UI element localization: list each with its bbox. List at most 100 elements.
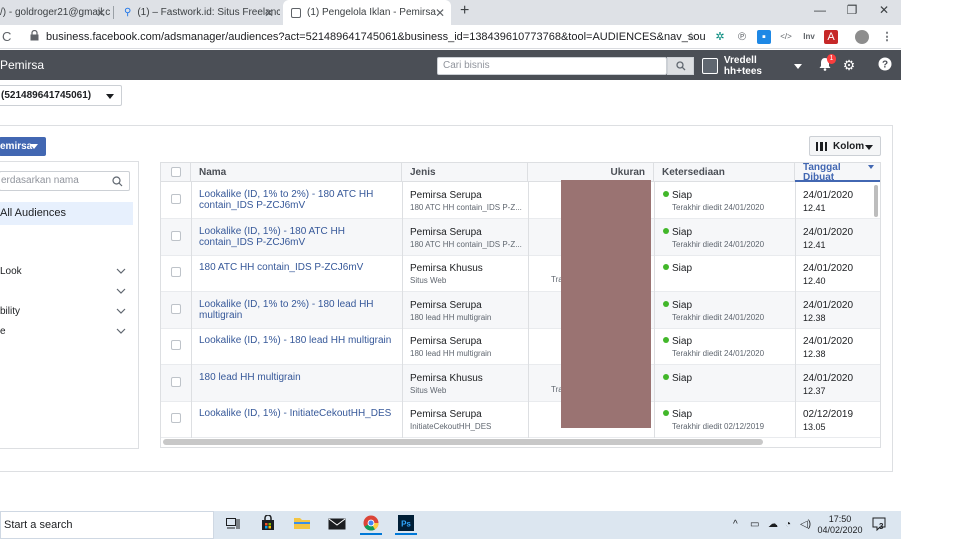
- column-header-date-created[interactable]: Tanggal Dibuat: [795, 163, 880, 183]
- help-icon[interactable]: ?: [877, 57, 893, 73]
- minimize-button[interactable]: —: [810, 3, 830, 17]
- row-checkbox[interactable]: [171, 340, 181, 350]
- row-checkbox[interactable]: [171, 303, 181, 314]
- action-center-icon[interactable]: 3: [872, 517, 886, 532]
- page-favicon-icon: [291, 7, 301, 18]
- maximize-button[interactable]: ❐: [842, 3, 862, 17]
- row-checkbox[interactable]: [171, 230, 181, 241]
- column-divider: [795, 182, 796, 438]
- account-switcher[interactable]: Vredell hh+tees: [702, 55, 802, 77]
- horizontal-scrollbar[interactable]: [163, 439, 763, 445]
- audience-name-link[interactable]: Lookalike (ID, 1% to 2%) - 180 ATC HH co…: [199, 189, 394, 211]
- close-tab-icon[interactable]: ✕: [96, 6, 106, 20]
- column-divider: [402, 182, 403, 438]
- availability-status: Siap Terakhir diedit 24/01/2020: [663, 300, 798, 322]
- audience-name-link[interactable]: Lookalike (ID, 1%) - 180 ATC HH contain_…: [199, 226, 394, 248]
- photoshop-icon[interactable]: Ps: [395, 515, 417, 535]
- taskbar-clock[interactable]: 17:50 04/02/2020: [816, 514, 864, 536]
- create-audience-button[interactable]: emirsa: [0, 137, 46, 156]
- select-all-checkbox[interactable]: [171, 167, 181, 177]
- tray-expand-icon[interactable]: ^: [733, 519, 738, 530]
- browser-tab-ads-manager[interactable]: (1) Pengelola Iklan - Pemirsa ✕: [283, 0, 451, 25]
- chevron-down-icon: [794, 63, 802, 69]
- bookmark-star-icon[interactable]: ☆: [684, 30, 698, 44]
- code-extension-icon[interactable]: </>: [779, 30, 793, 44]
- date-created: 24/01/2020 12.41: [803, 227, 873, 251]
- browser-tab-gmail[interactable]: /) - goldroger21@gmail.c ✕: [0, 0, 112, 25]
- columns-button[interactable]: Kolom: [809, 136, 881, 156]
- sidebar-filter-source[interactable]: e: [0, 326, 130, 337]
- ad-account-selector[interactable]: (521489641745061): [0, 85, 122, 106]
- chrome-icon[interactable]: [360, 515, 382, 535]
- windows-taskbar: Start a search Ps ^ ▭ ☁ ◔ ◁) 17:50 04/02…: [0, 511, 901, 539]
- row-checkbox[interactable]: [171, 194, 181, 204]
- row-checkbox[interactable]: [171, 267, 181, 277]
- sidebar-filter-lookalike[interactable]: Look: [0, 266, 130, 277]
- table-row[interactable]: Lookalike (ID, 1%) - 180 ATC HH contain_…: [161, 218, 880, 256]
- status-label: Siap: [672, 336, 693, 347]
- filter-label: bility: [0, 306, 21, 317]
- audience-name-link[interactable]: Lookalike (ID, 1% to 2%) - 180 lead HH m…: [199, 299, 394, 321]
- pinterest-icon[interactable]: ℗: [735, 30, 749, 44]
- table-row[interactable]: 180 ATC HH contain_IDS P-ZCJ6mV Pemirsa K…: [161, 255, 880, 292]
- date-created-date: 24/01/2020: [803, 372, 854, 384]
- date-created: 24/01/2020 12.40: [803, 263, 873, 287]
- status-ready-icon: [663, 337, 669, 343]
- row-checkbox[interactable]: [171, 376, 181, 387]
- column-header-name[interactable]: Nama: [191, 163, 402, 182]
- table-row[interactable]: Lookalike (ID, 1% to 2%) - 180 lead HH m…: [161, 291, 880, 329]
- table-row[interactable]: Lookalike (ID, 1% to 2%) - 180 ATC HH co…: [161, 182, 880, 219]
- new-tab-button[interactable]: +: [460, 2, 469, 20]
- column-header-type[interactable]: Jenis: [402, 163, 528, 182]
- audience-type: Pemirsa Serupa InitiateCekoutHH_DES: [410, 409, 525, 431]
- date-created-time: 13.05: [803, 422, 826, 432]
- date-created-time: 12.41: [803, 239, 826, 250]
- task-view-icon[interactable]: [222, 515, 244, 535]
- column-header-availability[interactable]: Ketersediaan: [654, 163, 795, 182]
- address-bar-row: C business.facebook.com/adsmanager/audie…: [0, 25, 901, 49]
- pdf-extension-icon[interactable]: A: [824, 30, 838, 44]
- audience-name-link[interactable]: Lookalike (ID, 1%) - InitiateCekoutHH_DE…: [199, 408, 394, 419]
- reload-icon[interactable]: C: [2, 29, 11, 44]
- lock-icon[interactable]: [30, 29, 39, 41]
- volume-icon[interactable]: ◁): [800, 519, 811, 530]
- last-edited-label: Terakhir diedit 24/01/2020: [672, 203, 765, 212]
- sidebar-item-all-audiences[interactable]: All Audiences: [0, 202, 133, 225]
- table-row[interactable]: 180 lead HH multigrain Pemirsa Khusus Situ…: [161, 364, 880, 402]
- business-search-input[interactable]: Cari bisnis: [437, 57, 667, 75]
- close-tab-icon[interactable]: ✕: [435, 6, 445, 20]
- notifications-bell-icon[interactable]: 1: [817, 54, 836, 73]
- date-created-date: 02/12/2019: [803, 409, 854, 420]
- close-window-button[interactable]: ✕: [874, 3, 894, 17]
- clock-time: 17:50: [828, 514, 852, 524]
- profile-avatar[interactable]: [855, 30, 869, 44]
- file-explorer-icon[interactable]: [291, 515, 313, 535]
- close-tab-icon[interactable]: ✕: [264, 6, 274, 20]
- taskbar-search-box[interactable]: Start a search: [0, 511, 214, 539]
- audience-name-link[interactable]: 180 ATC HH contain_IDS P-ZCJ6mV: [199, 262, 394, 273]
- audience-name-link[interactable]: 180 lead HH multigrain: [199, 372, 394, 383]
- table-row[interactable]: Lookalike (ID, 1%) - 180 lead HH multigr…: [161, 328, 880, 365]
- browser-tab-fastwork[interactable]: ⚲ (1) – Fastwork.id: Situs Freelance ✕: [118, 0, 280, 25]
- mail-icon[interactable]: [326, 515, 348, 535]
- audience-name-search-input[interactable]: erdasarkan nama: [0, 171, 130, 191]
- clock-date: 04/02/2020: [817, 525, 863, 535]
- tray-network-status-icon[interactable]: ▭: [750, 519, 759, 530]
- search-button[interactable]: [667, 57, 694, 75]
- row-checkbox[interactable]: [171, 413, 181, 423]
- extension-save-icon[interactable]: ▪: [757, 30, 771, 44]
- table-row[interactable]: Lookalike (ID, 1%) - InitiateCekoutHH_DE…: [161, 401, 880, 438]
- browser-menu-icon[interactable]: ⋮: [880, 30, 894, 44]
- extension-gear-icon[interactable]: ✲: [713, 30, 727, 44]
- tray-onedrive-icon[interactable]: ☁: [768, 519, 778, 530]
- store-icon[interactable]: [257, 514, 279, 535]
- chevron-down-icon: [116, 266, 126, 277]
- ad-account-id: (521489641745061): [1, 90, 92, 101]
- inv-extension-icon[interactable]: Inv: [800, 30, 818, 44]
- settings-gear-icon[interactable]: ⚙: [841, 57, 857, 73]
- vertical-scrollbar[interactable]: [874, 185, 878, 217]
- wifi-icon[interactable]: ◔: [785, 519, 791, 530]
- audience-name-link[interactable]: Lookalike (ID, 1%) - 180 lead HH multigr…: [199, 335, 394, 346]
- sidebar-filter-availability[interactable]: bility: [0, 306, 130, 317]
- url-field[interactable]: business.facebook.com/adsmanager/audienc…: [46, 28, 706, 46]
